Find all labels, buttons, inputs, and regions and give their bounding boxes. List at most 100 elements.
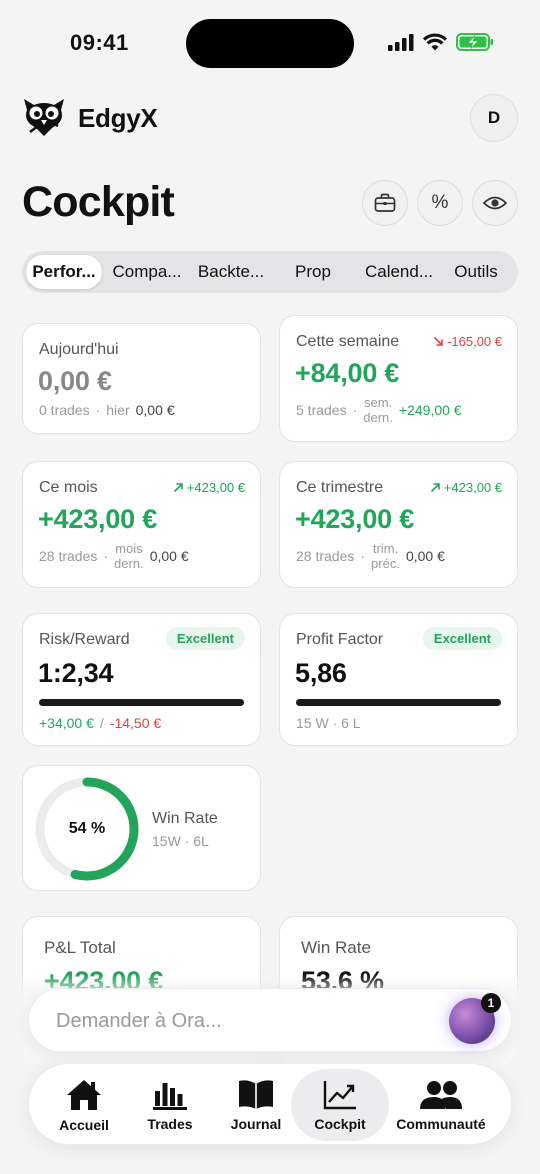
card-win-rate-label: Win Rate — [301, 938, 371, 957]
home-icon — [67, 1079, 101, 1110]
nav-communaute[interactable]: Communauté — [391, 1069, 491, 1141]
eye-icon — [483, 196, 507, 210]
tab-performance[interactable]: Perfor... — [26, 255, 102, 289]
card-profit-factor-detail: 15 W · 6 L — [296, 715, 361, 731]
separator-dot: · — [95, 402, 101, 418]
tab-calendrier[interactable]: Calend... — [356, 255, 442, 289]
card-today[interactable]: Aujourd'hui 0,00 € 0 trades · hier 0,00 … — [22, 323, 261, 434]
ask-ora-input[interactable]: Demander à Ora... 1 — [28, 988, 512, 1052]
briefcase-icon — [374, 193, 396, 212]
win-rate-percent: 54 % — [68, 820, 106, 837]
card-quarter-sub: 28 trades · trim. préc. 0,00 € — [296, 541, 445, 571]
bar-chart-icon — [153, 1082, 187, 1110]
tab-prop[interactable]: Prop — [270, 255, 356, 289]
card-pnl-total-label: P&L Total — [44, 938, 116, 957]
card-month-delta-value: +423,00 € — [186, 480, 245, 495]
nav-label: Cockpit — [314, 1115, 366, 1132]
risk-reward-loss: -14,50 € — [109, 715, 162, 731]
app-name: EdgyX — [78, 102, 158, 133]
card-today-prev-label: hier — [106, 402, 130, 418]
signal-icon — [388, 33, 414, 51]
win-rate-detail: 15W · 6L — [152, 833, 209, 849]
risk-reward-bar — [39, 699, 244, 706]
prev-label-line-1: mois — [115, 541, 143, 556]
nav-accueil[interactable]: Accueil — [43, 1069, 125, 1141]
card-risk-reward[interactable]: Risk/Reward Excellent 1:2,34 +34,00 € / … — [22, 613, 261, 746]
card-quarter[interactable]: Ce trimestre +423,00 € +423,00 € 28 trad… — [279, 461, 518, 588]
card-today-value: 0,00 € — [38, 366, 112, 396]
ask-ora-placeholder: Demander à Ora... — [56, 1010, 222, 1032]
card-week-label: Cette semaine — [296, 333, 400, 350]
prev-label-line-1: trim. — [372, 541, 399, 556]
separator-dot: · — [360, 548, 366, 564]
bottom-nav: Accueil Trades Journal Cockpit Communaut… — [28, 1063, 512, 1145]
nav-cockpit[interactable]: Cockpit — [291, 1069, 389, 1141]
percent-button[interactable]: % — [417, 180, 463, 226]
card-month-sub: 28 trades · mois dern. 0,00 € — [39, 541, 189, 571]
card-month-label: Ce mois — [39, 479, 98, 496]
win-rate-ring: 54 % — [33, 775, 141, 883]
card-week-sub: 5 trades · sem. dern. +249,00 € — [296, 395, 462, 425]
card-profit-factor-label: Profit Factor — [296, 631, 384, 648]
tab-outils[interactable]: Outils — [442, 255, 510, 289]
card-profit-factor[interactable]: Profit Factor Excellent 5,86 15 W · 6 L — [279, 613, 518, 746]
users-icon — [420, 1080, 462, 1109]
tab-backtest[interactable]: Backte... — [192, 255, 270, 289]
card-today-sub: 0 trades · hier 0,00 € — [39, 402, 175, 418]
card-quarter-delta: +423,00 € — [430, 480, 502, 495]
visibility-button[interactable] — [472, 180, 518, 226]
separator-dot: · — [103, 548, 109, 564]
prev-label-line-2: dern. — [363, 410, 393, 425]
status-icons — [388, 33, 494, 51]
card-quarter-value: +423,00 € — [295, 504, 415, 534]
trend-chart-icon — [323, 1080, 356, 1109]
card-week-trades: 5 trades — [296, 402, 347, 418]
card-win-rate-ring[interactable]: 54 % Win Rate 15W · 6L — [22, 765, 261, 891]
separator-dot: · — [352, 402, 358, 418]
app-logo[interactable]: EdgyX — [22, 96, 158, 140]
card-quarter-delta-value: +423,00 € — [443, 480, 502, 495]
nav-label: Trades — [147, 1115, 193, 1132]
battery-charging-icon — [456, 33, 493, 51]
card-quarter-label: Ce trimestre — [296, 479, 384, 496]
status-badge: Excellent — [165, 627, 245, 650]
card-risk-reward-value: 1:2,34 — [38, 658, 114, 688]
status-bar: 09:41 — [0, 0, 540, 86]
profit-factor-bar — [296, 699, 501, 706]
card-month-delta: +423,00 € — [173, 480, 245, 495]
nav-trades[interactable]: Trades — [129, 1069, 211, 1141]
risk-reward-gain: +34,00 € — [39, 715, 94, 731]
title-actions: % — [362, 180, 518, 226]
card-month-prev-value: 0,00 € — [149, 548, 189, 564]
card-week-prev-label: sem. dern. — [363, 395, 393, 425]
card-today-prev-value: 0,00 € — [135, 402, 175, 418]
section-tabs: Perfor... Compa... Backte... Prop Calend… — [22, 251, 518, 293]
card-today-trades: 0 trades — [39, 402, 90, 418]
nav-journal[interactable]: Journal — [215, 1069, 297, 1141]
wifi-icon — [423, 33, 447, 51]
nav-label: Accueil — [59, 1116, 109, 1133]
arrow-down-right-icon — [433, 336, 443, 346]
prev-label-line-1: sem. — [364, 395, 393, 410]
win-rate-label: Win Rate — [152, 810, 218, 827]
card-today-label: Aujourd'hui — [39, 341, 119, 358]
risk-reward-separator: / — [99, 715, 104, 731]
arrow-up-right-icon — [430, 483, 440, 493]
card-month-prev-label: mois dern. — [114, 541, 144, 571]
card-risk-reward-label: Risk/Reward — [39, 631, 130, 648]
book-icon — [239, 1079, 273, 1109]
card-quarter-trades: 28 trades — [296, 548, 355, 564]
card-week[interactable]: Cette semaine -165,00 € +84,00 € 5 trade… — [279, 315, 518, 442]
tab-comparaison[interactable]: Compa... — [102, 255, 192, 289]
nav-label: Communauté — [396, 1115, 486, 1132]
owl-logo-icon — [24, 99, 64, 136]
card-quarter-prev-value: 0,00 € — [405, 548, 445, 564]
user-avatar[interactable]: D — [470, 94, 518, 142]
briefcase-button[interactable] — [362, 180, 408, 226]
card-week-value: +84,00 € — [295, 358, 400, 388]
prev-label-line-2: préc. — [371, 556, 400, 571]
card-month[interactable]: Ce mois +423,00 € +423,00 € 28 trades · … — [22, 461, 261, 588]
card-month-value: +423,00 € — [38, 504, 158, 534]
card-week-delta-value: -165,00 € — [447, 334, 502, 349]
app-header: EdgyX D — [22, 94, 518, 144]
